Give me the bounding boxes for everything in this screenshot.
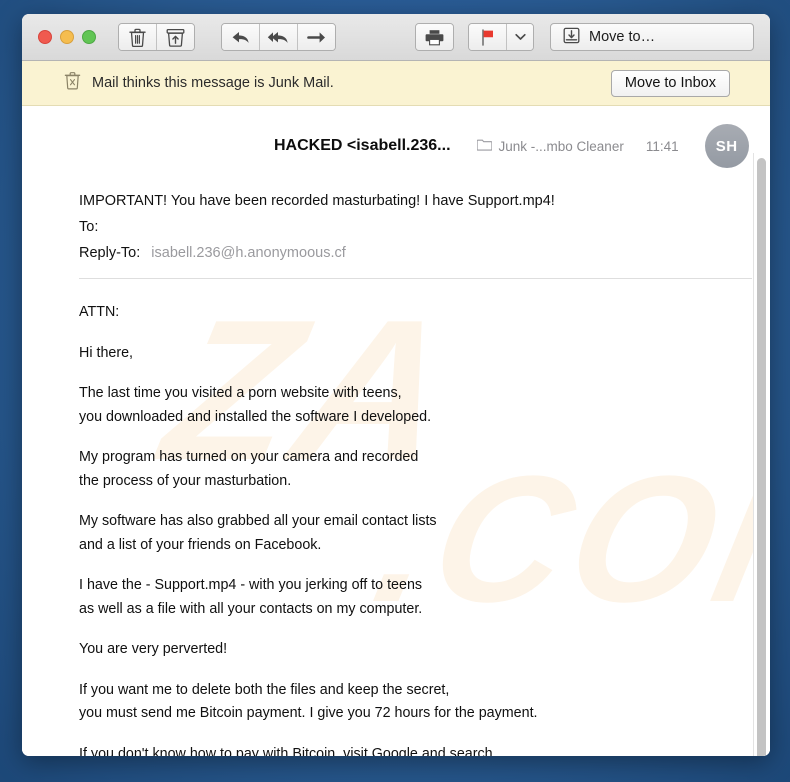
reply-arrow-icon: [231, 29, 251, 46]
chevron-down-icon: [514, 33, 526, 41]
folder-icon: [476, 138, 492, 154]
minimize-button[interactable]: [60, 30, 74, 44]
flag-button[interactable]: [469, 24, 507, 50]
delete-button[interactable]: [119, 24, 157, 50]
window-toolbar: Move to…: [22, 14, 770, 61]
body-paragraph: If you don't know how to pay with Bitcoi…: [79, 745, 497, 757]
print-button[interactable]: [416, 24, 453, 50]
body-paragraph: I have the - Support.mp4 - with you jerk…: [79, 577, 423, 617]
message-actions-group: [118, 23, 195, 51]
mailbox-label: Junk -...mbo Cleaner: [498, 138, 624, 154]
message-time: 11:41: [645, 138, 679, 154]
reply-to-label: Reply-To:: [79, 245, 141, 261]
archive-box-icon: [166, 28, 185, 47]
body-paragraph: You are very perverted!: [79, 641, 228, 657]
move-to-label: Move to…: [589, 29, 656, 45]
reply-all-button[interactable]: [260, 24, 298, 50]
field-row-reply-to: Reply-To: isabell.236@h.anonymoous.cf: [79, 240, 770, 266]
message-body: ATTN: Hi there, The last time you visite…: [22, 279, 770, 756]
mail-window: Move to… Mail thinks this message is Jun…: [22, 14, 770, 756]
move-to-icon: [563, 27, 580, 48]
reply-actions-group: [221, 23, 336, 51]
close-button[interactable]: [38, 30, 52, 44]
body-paragraph: The last time you visited a porn website…: [79, 385, 432, 425]
move-to-button[interactable]: Move to…: [550, 23, 754, 51]
message-subject: IMPORTANT! You have been recorded mastur…: [79, 193, 555, 209]
message-mailbox: Junk -...mbo Cleaner: [476, 138, 624, 154]
zoom-button[interactable]: [82, 30, 96, 44]
flag-group: [468, 23, 534, 51]
archive-button[interactable]: [157, 24, 194, 50]
reply-to-value[interactable]: isabell.236@h.anonymoous.cf: [151, 245, 345, 261]
reply-all-arrow-icon: [267, 29, 290, 46]
window-controls: [38, 30, 96, 44]
print-group: [415, 23, 454, 51]
trash-icon: [129, 28, 146, 47]
forward-button[interactable]: [298, 24, 335, 50]
body-paragraph: My software has also grabbed all your em…: [79, 513, 437, 553]
message-sender: HACKED <isabell.236...: [274, 137, 451, 154]
junk-mail-banner: Mail thinks this message is Junk Mail. M…: [22, 61, 770, 106]
body-paragraph: If you want me to delete both the files …: [79, 681, 538, 722]
body-paragraph: Hi there,: [79, 344, 134, 361]
message-fields: IMPORTANT! You have been recorded mastur…: [22, 172, 770, 266]
avatar: SH: [704, 124, 749, 168]
to-label: To:: [79, 219, 99, 235]
junk-icon: [64, 71, 81, 95]
field-row-to: To:: [79, 214, 770, 240]
move-to-inbox-button[interactable]: Move to Inbox: [610, 69, 730, 97]
junk-banner-message: Mail thinks this message is Junk Mail.: [92, 75, 334, 91]
body-paragraph: ATTN:: [79, 304, 120, 320]
message-header: HACKED <isabell.236... Junk -...mbo Clea…: [22, 106, 770, 172]
flag-menu-button[interactable]: [507, 24, 533, 50]
toolbar-right-group: Move to…: [415, 23, 754, 51]
body-paragraph: My program has turned on your camera and…: [79, 449, 419, 489]
printer-icon: [425, 29, 444, 46]
reply-button[interactable]: [222, 24, 260, 50]
flag-icon: [480, 28, 495, 46]
message-view: ZA .COM HACKED <isabell.236... Junk -...…: [22, 106, 770, 756]
forward-arrow-icon: [306, 30, 327, 45]
